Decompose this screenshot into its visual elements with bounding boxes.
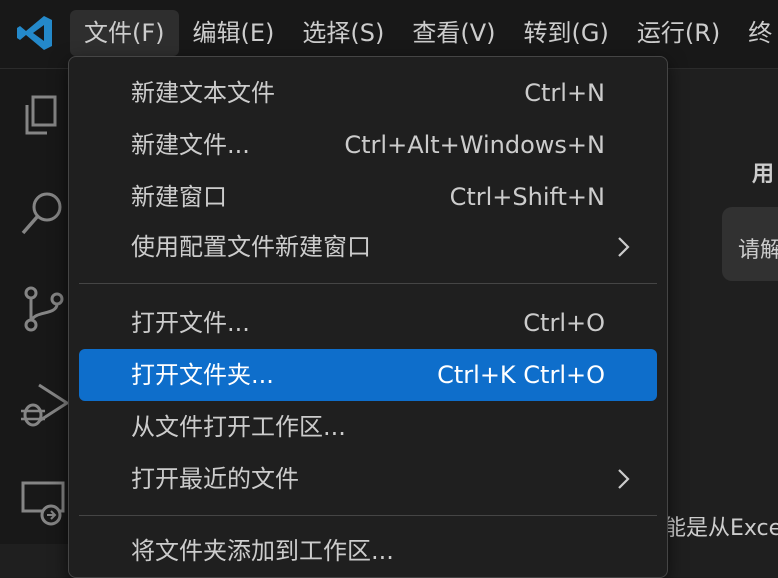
menu-item-open-file[interactable]: 打开文件... Ctrl+O <box>79 299 657 347</box>
background-heading: 用 <box>752 162 775 187</box>
menu-item-label: 将文件夹添加到工作区... <box>131 537 394 565</box>
menu-item-open-recent[interactable]: 打开最近的文件 <box>79 455 657 503</box>
vscode-logo-icon <box>17 16 52 50</box>
background-panel-text: 请解 <box>738 238 778 263</box>
menu-item-shortcut: Ctrl+K Ctrl+O <box>437 361 605 389</box>
menu-run[interactable]: 运行(R) <box>623 10 734 56</box>
menu-edit[interactable]: 编辑(E) <box>179 10 289 56</box>
menu-item-add-folder-to-workspace[interactable]: 将文件夹添加到工作区... <box>79 527 657 575</box>
menu-item-new-file[interactable]: 新建文件... Ctrl+Alt+Windows+N <box>79 121 657 169</box>
run-debug-icon[interactable] <box>17 379 69 431</box>
file-menu-dropdown: 新建文本文件 Ctrl+N 新建文件... Ctrl+Alt+Windows+N… <box>68 56 668 578</box>
menu-item-shortcut: Ctrl+Shift+N <box>449 183 605 211</box>
menu-item-label: 打开最近的文件 <box>131 465 299 493</box>
chevron-right-icon <box>618 469 630 489</box>
chevron-right-icon <box>618 237 630 257</box>
background-bottom-text: 能是从Exce <box>664 516 778 541</box>
source-control-icon[interactable] <box>17 283 69 335</box>
menu-item-label: 新建文本文件 <box>131 79 275 107</box>
menu-item-shortcut: Ctrl+N <box>524 79 605 107</box>
menu-item-label: 从文件打开工作区... <box>131 413 346 441</box>
menu-item-new-text-file[interactable]: 新建文本文件 Ctrl+N <box>79 69 657 117</box>
menu-item-open-workspace[interactable]: 从文件打开工作区... <box>79 403 657 451</box>
menu-item-label: 新建文件... <box>131 131 250 159</box>
search-icon[interactable] <box>17 187 69 239</box>
menu-item-label: 使用配置文件新建窗口 <box>131 233 371 261</box>
menu-item-open-folder[interactable]: 打开文件夹... Ctrl+K Ctrl+O <box>79 349 657 401</box>
menu-view[interactable]: 查看(V) <box>398 10 509 56</box>
menu-terminal[interactable]: 终 <box>734 10 778 56</box>
menu-item-new-window-profile[interactable]: 使用配置文件新建窗口 <box>79 223 657 271</box>
menu-item-label: 新建窗口 <box>131 183 227 211</box>
menu-item-label: 打开文件... <box>131 309 250 337</box>
files-icon[interactable] <box>17 91 69 143</box>
menu-item-shortcut: Ctrl+Alt+Windows+N <box>344 131 605 159</box>
menu-go[interactable]: 转到(G) <box>510 10 623 56</box>
menu-item-shortcut: Ctrl+O <box>523 309 605 337</box>
activity-bar <box>0 69 69 544</box>
menu-item-label: 打开文件夹... <box>131 361 274 389</box>
menu-bar: 文件(F) 编辑(E) 选择(S) 查看(V) 转到(G) 运行(R) 终 <box>70 10 778 56</box>
remote-explorer-icon[interactable] <box>17 477 69 529</box>
menu-separator <box>79 283 657 284</box>
menu-selection[interactable]: 选择(S) <box>288 10 398 56</box>
menu-separator <box>79 515 657 516</box>
menu-file[interactable]: 文件(F) <box>70 10 179 56</box>
menu-item-new-window[interactable]: 新建窗口 Ctrl+Shift+N <box>79 173 657 221</box>
